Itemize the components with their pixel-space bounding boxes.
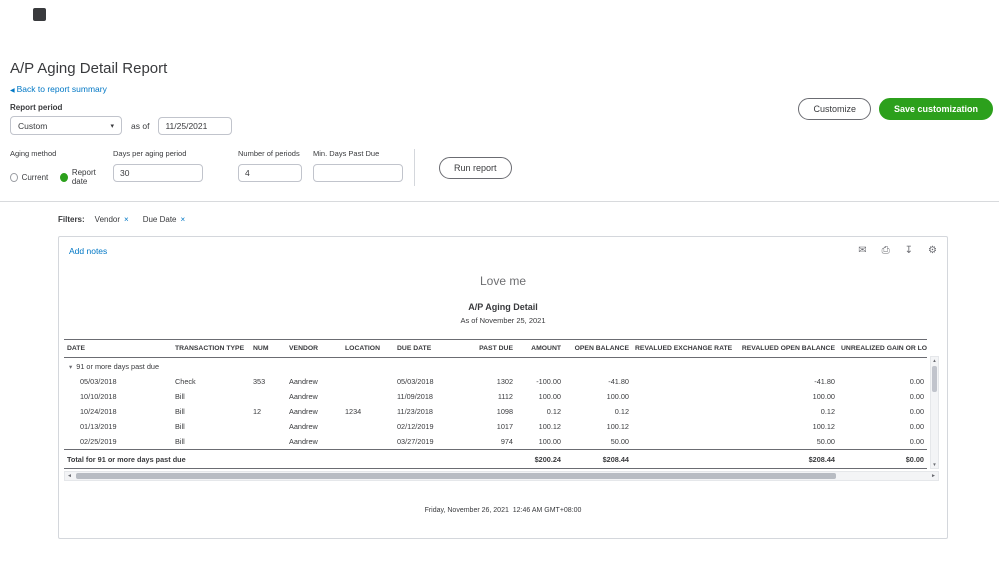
aging-method-label: Aging method: [10, 149, 113, 158]
column-header-revalued-open-balance[interactable]: REVALUED OPEN BALANCE: [734, 340, 838, 358]
column-header-open-balance[interactable]: OPEN BALANCE: [564, 340, 632, 358]
filter-chip-vendor: Vendor ×: [95, 215, 129, 224]
remove-filter-icon[interactable]: ×: [181, 215, 186, 224]
min-days-past-due-input[interactable]: [313, 164, 403, 182]
days-per-period-group: Days per aging period: [113, 149, 238, 186]
filters-label: Filters:: [58, 215, 85, 224]
horizontal-scrollbar[interactable]: ◄ ►: [64, 471, 939, 481]
table-row[interactable]: 10/10/2018BillAandrew11/09/20181112100.0…: [64, 389, 927, 404]
report-period-selected-value: Custom: [18, 121, 47, 131]
controls-divider: [414, 149, 415, 186]
vertical-scroll-thumb[interactable]: [932, 366, 937, 392]
remove-filter-icon[interactable]: ×: [124, 215, 129, 224]
group-row[interactable]: ▾ 91 or more days past due: [64, 358, 927, 375]
table-zone: DATETRANSACTION TYPENUMVENDORLOCATIONDUE…: [64, 339, 939, 469]
scroll-up-icon[interactable]: ▲: [931, 358, 938, 363]
report-footer-timestamp: Friday, November 26, 2021 12:46 AM GMT+0…: [59, 507, 947, 514]
page-divider: [0, 201, 999, 202]
as-of-label: as of: [131, 121, 149, 131]
number-of-periods-input[interactable]: [238, 164, 302, 182]
days-per-period-label: Days per aging period: [113, 149, 238, 158]
report-period-select[interactable]: Custom ▾: [10, 116, 122, 135]
min-days-past-due-group: Min. Days Past Due: [313, 149, 414, 186]
report-table-body: ▾ 91 or more days past due05/03/2018Chec…: [64, 358, 927, 469]
column-header-date[interactable]: DATE: [64, 340, 172, 358]
column-header-vendor[interactable]: VENDOR: [286, 340, 342, 358]
column-header-unrealized-gain-or-loss[interactable]: UNREALIZED GAIN OR LOSS: [838, 340, 927, 358]
company-name: Love me: [59, 274, 947, 288]
back-arrow-icon: ◀: [10, 88, 15, 94]
add-notes-link[interactable]: Add notes: [69, 246, 107, 256]
scroll-right-icon[interactable]: ►: [931, 472, 936, 480]
report-table-header-row: DATETRANSACTION TYPENUMVENDORLOCATIONDUE…: [64, 340, 927, 358]
table-row[interactable]: 02/25/2019BillAandrew03/27/2019974100.00…: [64, 434, 927, 450]
aging-method-group: Aging method Current Report date: [10, 149, 113, 186]
column-header-transaction-type[interactable]: TRANSACTION TYPE: [172, 340, 250, 358]
filters-row: Filters: Vendor × Due Date ×: [58, 215, 999, 224]
print-icon[interactable]: ⎙: [882, 245, 890, 256]
aging-method-radios: Current Report date: [10, 168, 113, 186]
email-icon[interactable]: ✉: [858, 245, 866, 256]
report-panel: Add notes ✉ ⎙ ↧ ⚙ Love me A/P Aging Deta…: [58, 236, 948, 539]
column-header-past-due[interactable]: PAST DUE: [452, 340, 516, 358]
report-title: A/P Aging Detail: [59, 302, 947, 312]
run-report-button[interactable]: Run report: [439, 157, 512, 179]
days-per-period-input[interactable]: [113, 164, 203, 182]
save-customization-button[interactable]: Save customization: [879, 98, 993, 120]
back-to-summary-link[interactable]: ◀Back to report summary: [10, 84, 107, 94]
column-header-location[interactable]: LOCATION: [342, 340, 394, 358]
column-header-num[interactable]: NUM: [250, 340, 286, 358]
collapse-group-icon[interactable]: ▾: [69, 364, 72, 371]
scroll-down-icon[interactable]: ▼: [931, 462, 938, 467]
filter-chip-due-date: Due Date ×: [143, 215, 185, 224]
min-days-past-due-label: Min. Days Past Due: [313, 149, 414, 158]
column-header-due-date[interactable]: DUE DATE: [394, 340, 452, 358]
run-report-wrap: Run report: [439, 149, 512, 186]
total-row: Total for 91 or more days past due$200.2…: [64, 450, 927, 469]
number-of-periods-group: Number of periods: [238, 149, 313, 186]
total-row-label: Total for 91 or more days past due: [64, 450, 516, 469]
report-heading: Love me A/P Aging Detail As of November …: [59, 274, 947, 325]
table-row[interactable]: 05/03/2018Check353Aandrew05/03/20181302-…: [64, 374, 927, 389]
controls-row: Aging method Current Report date Days pe…: [10, 149, 999, 186]
page-title: A/P Aging Detail Report: [10, 60, 991, 77]
as-of-date-input[interactable]: [158, 117, 232, 135]
report-table: DATETRANSACTION TYPENUMVENDORLOCATIONDUE…: [64, 339, 927, 469]
report-date-radio[interactable]: [60, 173, 68, 182]
report-date-radio-label: Report date: [72, 168, 105, 186]
header-buttons: Customize Save customization: [798, 98, 993, 120]
vertical-scrollbar[interactable]: ▲ ▼: [930, 356, 939, 469]
export-icon[interactable]: ↧: [905, 245, 913, 256]
report-toolbar: Add notes ✉ ⎙ ↧ ⚙: [59, 245, 947, 256]
current-radio-label: Current: [22, 173, 49, 182]
toolbar-icons: ✉ ⎙ ↧ ⚙: [858, 245, 937, 256]
number-of-periods-label: Number of periods: [238, 149, 313, 158]
header: A/P Aging Detail Report ◀Back to report …: [0, 0, 999, 135]
horizontal-scroll-thumb[interactable]: [76, 473, 836, 479]
table-row[interactable]: 01/13/2019BillAandrew02/12/20191017100.1…: [64, 419, 927, 434]
screen: A/P Aging Detail Report ◀Back to report …: [0, 0, 999, 562]
table-row[interactable]: 10/24/2018Bill12Aandrew123411/23/2018109…: [64, 404, 927, 419]
column-header-amount[interactable]: AMOUNT: [516, 340, 564, 358]
scroll-left-icon[interactable]: ◄: [67, 472, 72, 480]
current-radio[interactable]: [10, 173, 18, 182]
customize-button[interactable]: Customize: [798, 98, 871, 120]
column-header-revalued-exchange-rate[interactable]: REVALUED EXCHANGE RATE: [632, 340, 734, 358]
report-subtitle: As of November 25, 2021: [59, 316, 947, 325]
settings-gear-icon[interactable]: ⚙: [928, 245, 937, 256]
chevron-down-icon: ▾: [110, 122, 114, 130]
